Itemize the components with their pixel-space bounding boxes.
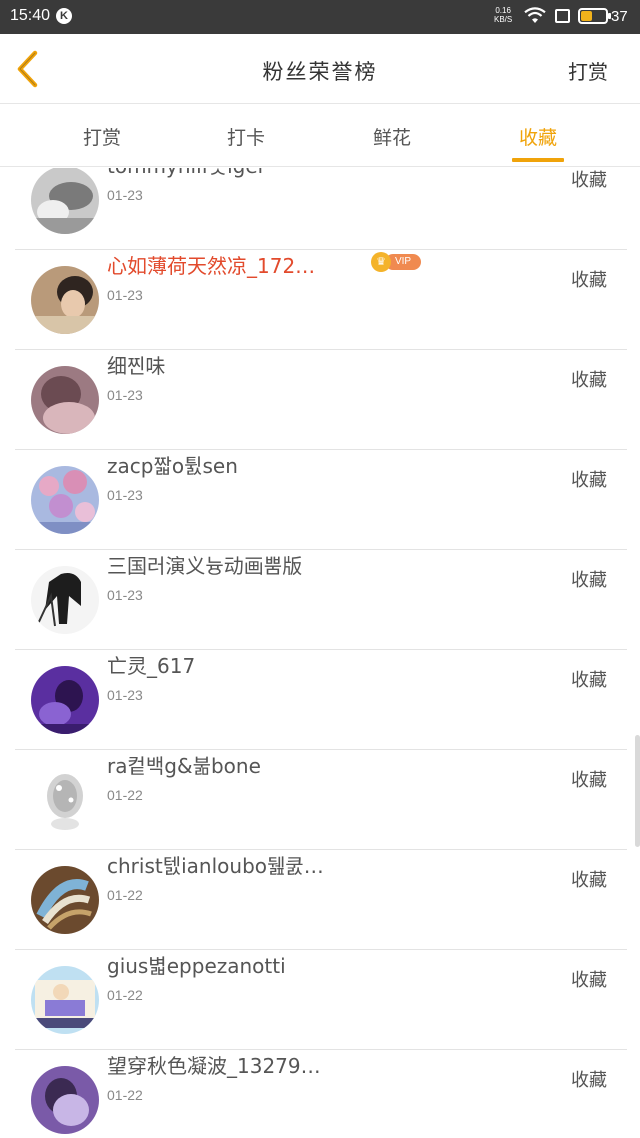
fan-date: 01-22 — [107, 987, 143, 1003]
list-item[interactable]: 望穿秋色凝波_13279… 01-22 收藏 — [15, 1050, 627, 1138]
avatar[interactable] — [31, 866, 99, 934]
list-item[interactable]: 亡灵_617 01-23 收藏 — [15, 650, 627, 750]
list-item[interactable]: tommyhilf웃iger 01-23 收藏 — [15, 168, 627, 250]
battery-fill — [581, 11, 592, 21]
network-speed-unit: KB/S — [494, 15, 513, 24]
fan-action-label: 收藏 — [571, 770, 607, 791]
fan-name: 望穿秋色凝波_13279… — [107, 1054, 321, 1078]
fan-date: 01-23 — [107, 487, 143, 503]
fan-date: 01-23 — [107, 587, 143, 603]
wifi-icon — [524, 7, 546, 23]
fan-date: 01-22 — [107, 1087, 143, 1103]
tab-bar: 打赏 打卡 鲜花 收藏 — [0, 105, 640, 167]
list-item[interactable]: zacp짧o튌sen 01-23 收藏 — [15, 450, 627, 550]
fan-name: 三国러演义늉动画뿜版 — [107, 554, 303, 578]
avatar[interactable] — [31, 666, 99, 734]
fan-action-label: 收藏 — [571, 670, 607, 691]
battery-icon — [578, 8, 611, 24]
avatar[interactable] — [31, 766, 99, 834]
screen-icon — [555, 9, 570, 23]
fan-action-label: 收藏 — [571, 370, 607, 391]
fan-list[interactable]: tommyhilf웃iger 01-23 收藏 心如薄荷天然凉_172… VIP… — [0, 168, 640, 1138]
avatar[interactable] — [31, 168, 99, 234]
list-item[interactable]: gius볇eppezanotti 01-22 收藏 — [15, 950, 627, 1050]
page-title: 粉丝荣誉榜 — [262, 60, 378, 84]
fan-action-label: 收藏 — [571, 170, 607, 191]
fan-action-label: 收藏 — [571, 1070, 607, 1091]
fan-date: 01-23 — [107, 687, 143, 703]
fan-name: ra컽백g&붊bone — [107, 754, 261, 778]
tab-favorites[interactable]: 收藏 — [498, 123, 578, 150]
tab-flowers[interactable]: 鲜花 — [352, 123, 432, 150]
fan-name: christ텘ianloubo뒖쿬… — [107, 854, 324, 878]
fan-date: 01-23 — [107, 287, 143, 303]
scrollbar[interactable] — [635, 735, 640, 847]
list-item[interactable]: 细찐味 01-23 收藏 — [15, 350, 627, 450]
vip-badge: VIP ♛ — [371, 252, 421, 272]
fan-action-label: 收藏 — [571, 470, 607, 491]
avatar[interactable] — [31, 266, 99, 334]
battery-level: 37 — [611, 8, 628, 25]
fan-name: zacp짧o튌sen — [107, 454, 238, 478]
fan-action-label: 收藏 — [571, 570, 607, 591]
tab-reward[interactable]: 打赏 — [62, 123, 142, 150]
list-item[interactable]: 三国러演义늉动画뿜版 01-23 收藏 — [15, 550, 627, 650]
tab-checkin[interactable]: 打卡 — [206, 123, 286, 150]
status-time: 15:40 — [10, 7, 51, 24]
fan-name: tommyhilf웃iger — [107, 168, 266, 179]
crown-icon: ♛ — [371, 252, 391, 272]
avatar[interactable] — [31, 466, 99, 534]
header-bar: 粉丝荣誉榜 打赏 — [0, 34, 640, 104]
avatar[interactable] — [31, 1066, 99, 1134]
list-item[interactable]: ra컽백g&붊bone 01-22 收藏 — [15, 750, 627, 850]
network-speed-value: 0.16 — [495, 6, 511, 15]
fan-name: 亡灵_617 — [107, 654, 196, 678]
reward-button[interactable]: 打赏 — [568, 56, 608, 85]
fan-action-label: 收藏 — [571, 870, 607, 891]
list-item[interactable]: christ텘ianloubo뒖쿬… 01-22 收藏 — [15, 850, 627, 950]
fan-action-label: 收藏 — [571, 970, 607, 991]
fan-date: 01-23 — [107, 187, 143, 203]
fan-date: 01-23 — [107, 387, 143, 403]
fan-name: 细찐味 — [107, 354, 166, 378]
fan-action-label: 收藏 — [571, 270, 607, 291]
notification-icon: K — [56, 8, 72, 24]
avatar[interactable] — [31, 566, 99, 634]
avatar[interactable] — [31, 366, 99, 434]
network-speed: 0.16 KB/S — [494, 6, 512, 24]
fan-name: gius볇eppezanotti — [107, 954, 286, 978]
fan-name: 心如薄荷天然凉_172… — [107, 254, 316, 278]
status-bar: 15:40 K 0.16 KB/S 37 — [0, 0, 640, 34]
fan-date: 01-22 — [107, 787, 143, 803]
active-tab-indicator — [512, 158, 564, 162]
fan-date: 01-22 — [107, 887, 143, 903]
avatar[interactable] — [31, 966, 99, 1034]
list-item[interactable]: 心如薄荷天然凉_172… VIP ♛ 01-23 收藏 — [15, 250, 627, 350]
